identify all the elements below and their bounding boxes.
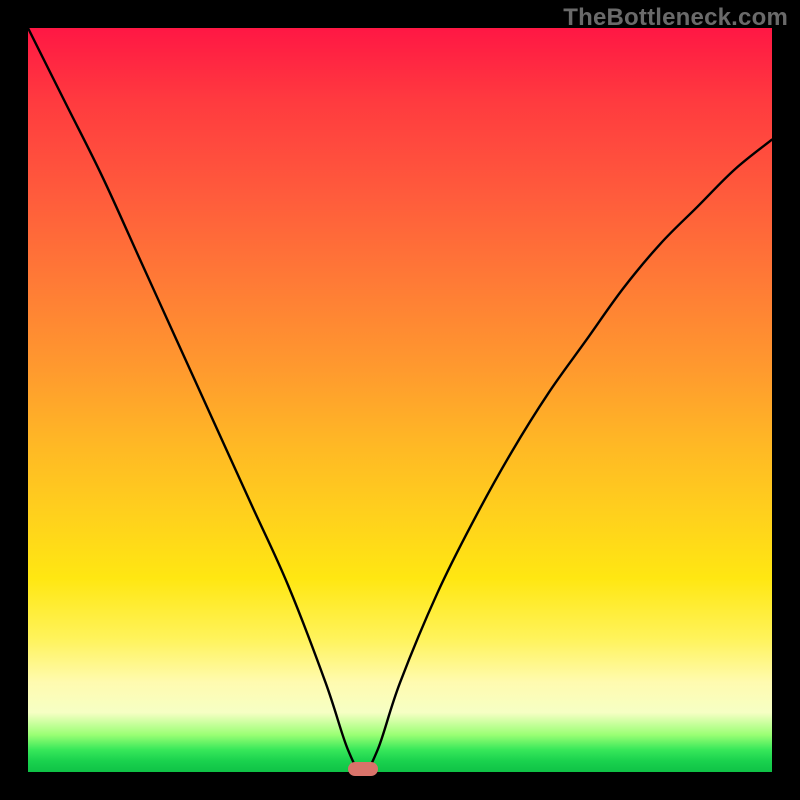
- chart-frame: TheBottleneck.com: [0, 0, 800, 800]
- watermark-text: TheBottleneck.com: [563, 4, 788, 32]
- plot-area: [28, 28, 772, 772]
- minimum-marker: [348, 762, 378, 776]
- bottleneck-curve: [28, 28, 772, 772]
